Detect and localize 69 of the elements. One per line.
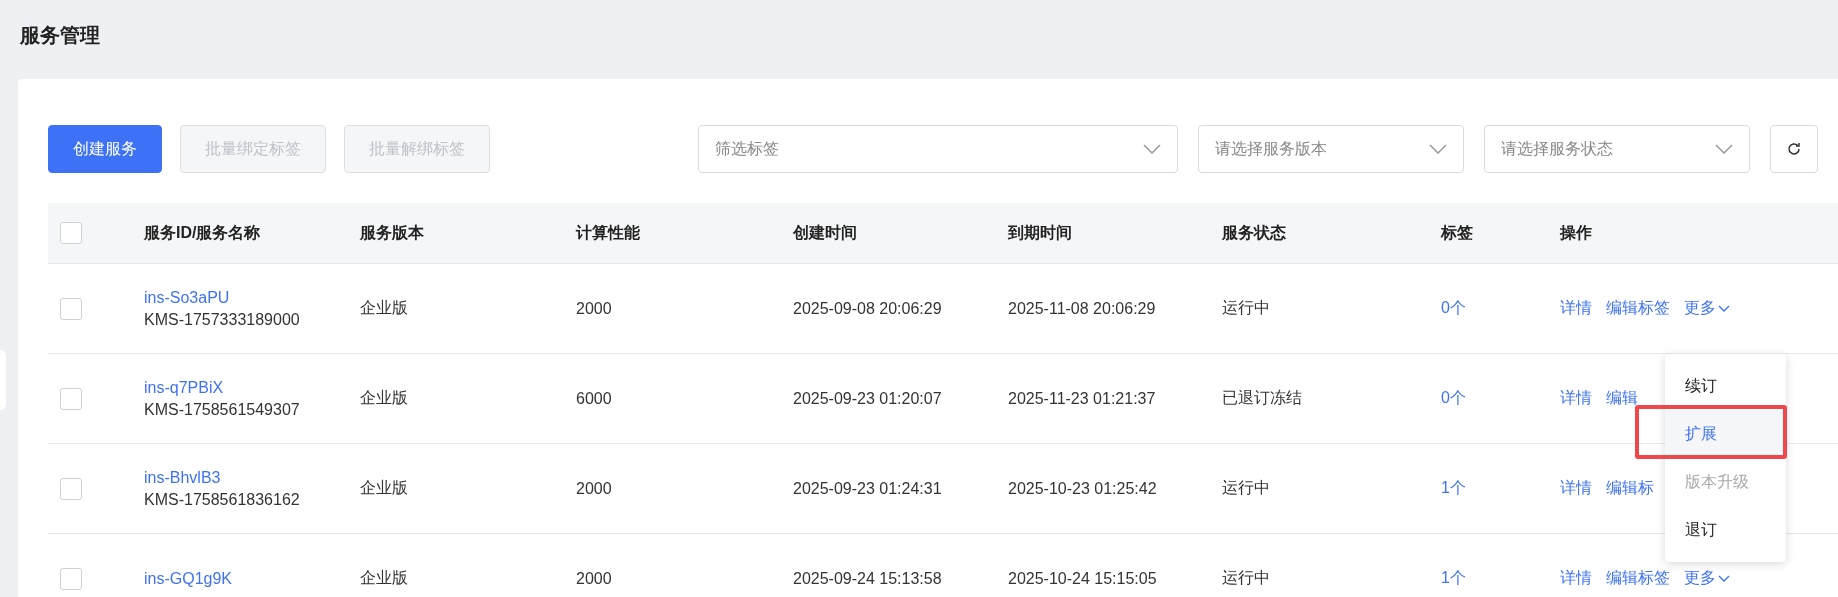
column-header: 创建时间 [793,222,858,243]
table-cell-text: 企业版 [360,478,409,498]
select-field[interactable]: 请选择服务版本 [1198,125,1464,173]
table-cell-text: 6000 [576,389,613,408]
table-cell-text: 2000 [576,479,613,498]
table-cell-text: 2025-09-23 01:20:07 [793,389,943,408]
chevron-down-icon [1429,144,1447,154]
tag-count-link[interactable]: 1个 [1441,569,1466,586]
tag-count-link[interactable]: 0个 [1441,389,1466,406]
chevron-down-icon [1715,144,1733,154]
create-button[interactable]: 创建服务 [48,125,162,173]
checkbox[interactable] [60,477,82,500]
column-header: 服务状态 [1222,222,1287,243]
service-id-link[interactable]: ins-So3aPU [144,288,360,307]
table-cell-text: 2025-09-24 15:13:58 [793,569,943,588]
refresh-button[interactable] [1770,125,1818,173]
menu-item[interactable]: 退订 [1665,506,1786,554]
service-id-link[interactable]: ins-q7PBiX [144,378,360,397]
table-cell-text: 运行中 [1222,568,1271,588]
checkbox[interactable] [60,567,82,590]
action-link[interactable]: 详情 [1560,568,1592,589]
checkbox[interactable] [60,387,82,410]
column-header: 到期时间 [1008,222,1073,243]
menu-item[interactable]: 续订 [1665,362,1786,410]
service-id-link[interactable]: ins-BhvlB3 [144,468,360,487]
column-header: 标签 [1441,222,1474,243]
table-cell-text: 2025-11-23 01:21:37 [1008,389,1157,408]
column-header: 操作 [1560,222,1593,243]
tag-count-link[interactable]: 0个 [1441,299,1466,316]
action-link[interactable]: 编辑标 [1606,478,1654,499]
select-field[interactable]: 请选择服务状态 [1484,125,1750,173]
action-link[interactable]: 详情 [1560,478,1592,499]
service-name: KMS-1758561549307 [144,400,301,419]
select-field[interactable]: 筛选标签 [698,125,1178,173]
table-cell-text: 已退订冻结 [1222,388,1303,408]
action-link[interactable]: 编辑 [1606,388,1638,409]
column-header: 服务版本 [360,222,425,243]
column-header: 服务ID/服务名称 [144,222,262,243]
table-cell-text: 2000 [576,299,613,318]
tag-count-link[interactable]: 1个 [1441,479,1466,496]
checkbox[interactable] [60,222,82,244]
page-title: 服务管理 [20,23,101,48]
chevron-down-icon [1718,574,1730,583]
table-cell-text: 2025-09-23 01:24:31 [793,479,943,498]
checkbox[interactable] [60,297,82,320]
action-link[interactable]: 编辑标签 [1606,298,1670,319]
chevron-down-icon [1718,304,1730,313]
service-name: KMS-1757333189000 [144,310,301,329]
column-header: 计算性能 [576,222,641,243]
table-cell-text: 2000 [576,569,613,588]
table-cell-text: 2025-11-08 20:06:29 [1008,299,1157,318]
more-link[interactable]: 更多 [1684,298,1730,319]
table-cell-text: 企业版 [360,298,409,318]
service-name: KMS-1758561836162 [144,490,301,509]
table-cell-text: 运行中 [1222,298,1271,318]
table-cell-text: 运行中 [1222,478,1271,498]
action-link[interactable]: 详情 [1560,388,1592,409]
action-link[interactable]: 编辑标签 [1606,568,1670,589]
table-cell-text: 企业版 [360,568,409,588]
more-link[interactable]: 更多 [1684,568,1730,589]
table-cell-text: 企业版 [360,388,409,408]
action-link[interactable]: 详情 [1560,298,1592,319]
table-cell-text: 2025-10-24 15:15:05 [1008,569,1158,588]
table-cell-text: 2025-09-08 20:06:29 [793,299,943,318]
menu-item[interactable]: 扩展 [1665,410,1786,458]
refresh-icon [1786,141,1802,157]
chevron-down-icon [1143,144,1161,154]
service-id-link[interactable]: ins-GQ1g9K [144,569,360,588]
table-cell-text: 2025-10-23 01:25:42 [1008,479,1158,498]
